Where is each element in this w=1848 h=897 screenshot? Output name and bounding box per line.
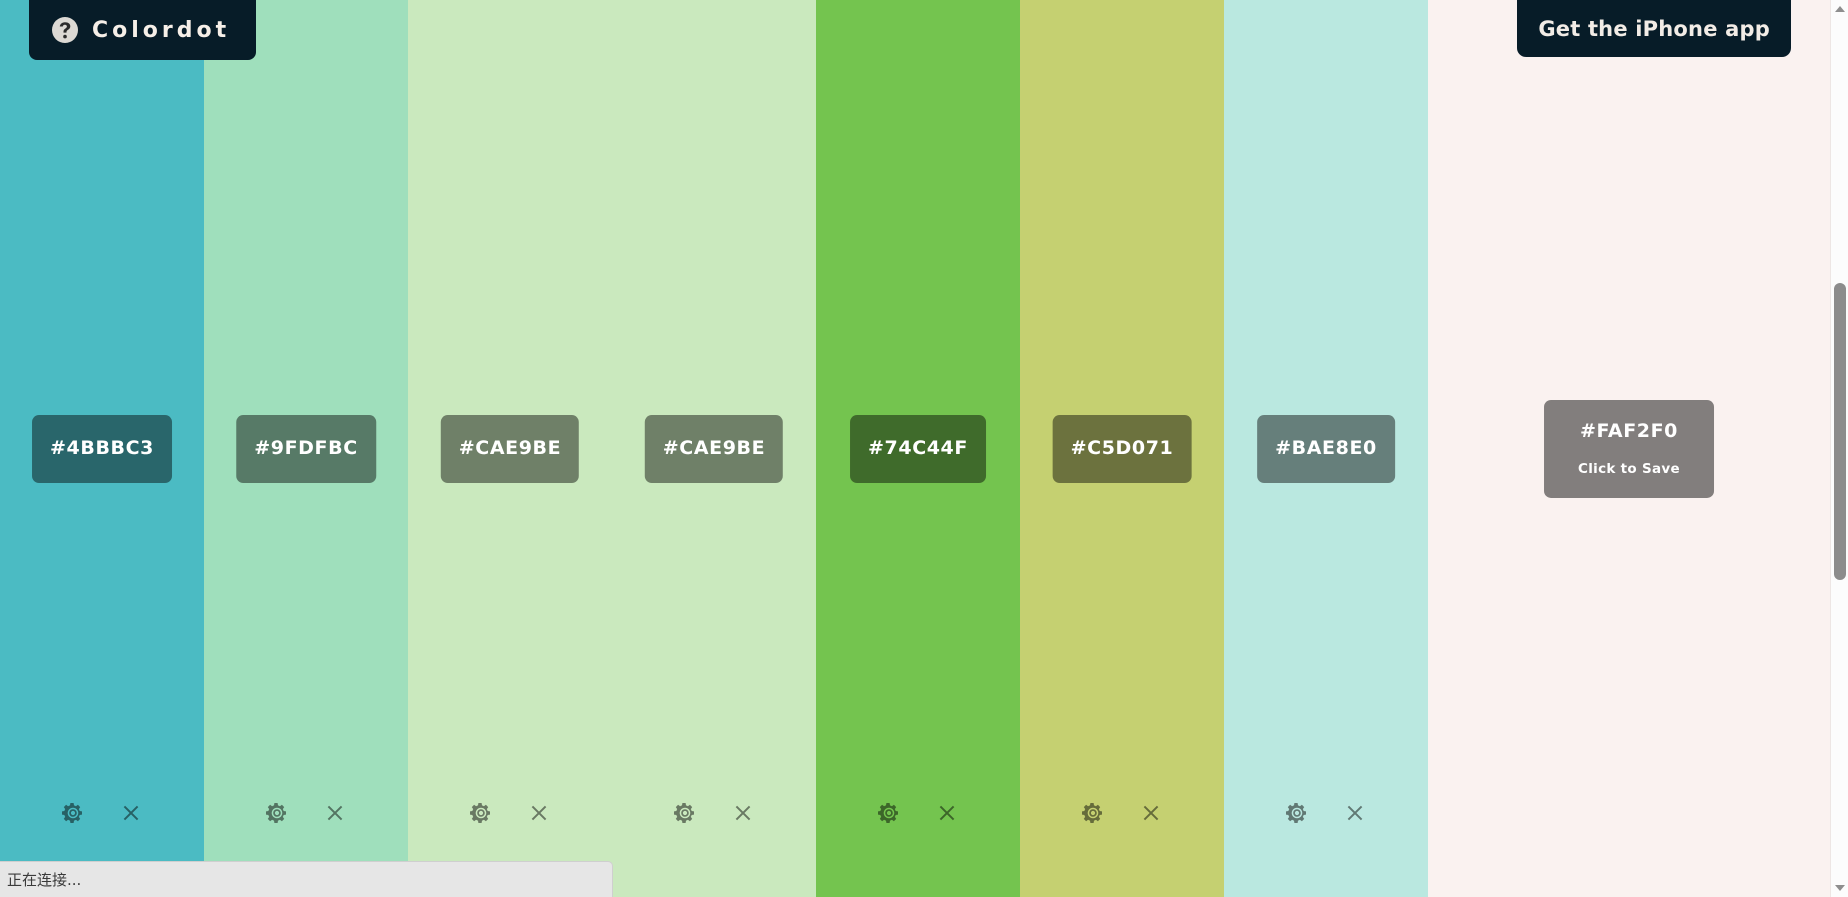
color-hex-label: #CAE9BE <box>440 415 580 483</box>
vertical-scrollbar[interactable] <box>1830 0 1848 897</box>
color-column[interactable]: #BAE8E0 <box>1224 0 1428 897</box>
close-icon[interactable] <box>323 801 347 825</box>
color-hex-label: #CAE9BE <box>644 415 784 483</box>
scrollbar-thumb[interactable] <box>1834 283 1846 580</box>
close-icon[interactable] <box>1139 801 1163 825</box>
column-controls <box>61 801 143 825</box>
column-controls <box>673 801 755 825</box>
color-column[interactable]: #9FDFBC <box>204 0 408 897</box>
close-icon[interactable] <box>119 801 143 825</box>
status-bar-text: 正在连接... <box>7 871 82 889</box>
color-hex-label: #4BBBC3 <box>32 415 172 483</box>
color-columns-container: #4BBBC3 #9FDFBC #CAE9BE #CAE9BE #74C44F #C5D0… <box>0 0 1830 897</box>
question-circle-icon <box>51 16 79 44</box>
iphone-app-label: Get the iPhone app <box>1538 16 1770 41</box>
color-hex-label: #9FDFBC <box>236 415 376 483</box>
browser-status-bar: 正在连接... <box>0 861 613 897</box>
save-color-panel[interactable]: #FAF2F0 Click to Save <box>1428 0 1830 897</box>
column-controls <box>1285 801 1367 825</box>
scroll-up-arrow[interactable] <box>1831 0 1848 18</box>
gear-icon[interactable] <box>877 801 901 825</box>
scroll-down-arrow[interactable] <box>1831 879 1848 897</box>
color-column[interactable]: #4BBBC3 <box>0 0 204 897</box>
close-icon[interactable] <box>1343 801 1367 825</box>
color-column[interactable]: #CAE9BE <box>612 0 816 897</box>
column-controls <box>265 801 347 825</box>
gear-icon[interactable] <box>673 801 697 825</box>
column-controls <box>1081 801 1163 825</box>
gear-icon[interactable] <box>61 801 85 825</box>
colordot-app: #4BBBC3 #9FDFBC #CAE9BE #CAE9BE #74C44F #C5D0… <box>0 0 1848 897</box>
gear-icon[interactable] <box>1285 801 1309 825</box>
color-column[interactable]: #74C44F <box>816 0 1020 897</box>
column-controls <box>877 801 959 825</box>
colordot-logo-badge[interactable]: Colordot <box>29 0 257 60</box>
color-column[interactable]: #CAE9BE <box>408 0 612 897</box>
logo-label: Colordot <box>92 17 231 43</box>
close-icon[interactable] <box>935 801 959 825</box>
color-hex-label: #BAE8E0 <box>1257 415 1395 483</box>
save-panel-label[interactable]: #FAF2F0 Click to Save <box>1544 399 1714 499</box>
gear-icon[interactable] <box>265 801 289 825</box>
gear-icon[interactable] <box>469 801 493 825</box>
close-icon[interactable] <box>731 801 755 825</box>
column-controls <box>469 801 551 825</box>
get-iphone-app-button[interactable]: Get the iPhone app <box>1517 0 1791 57</box>
click-to-save-label: Click to Save <box>1578 460 1680 477</box>
color-hex-label: #C5D071 <box>1052 415 1192 483</box>
gear-icon[interactable] <box>1081 801 1105 825</box>
close-icon[interactable] <box>527 801 551 825</box>
color-hex-label: #74C44F <box>850 415 986 483</box>
color-column[interactable]: #C5D071 <box>1020 0 1224 897</box>
save-panel-hex: #FAF2F0 <box>1579 419 1679 442</box>
